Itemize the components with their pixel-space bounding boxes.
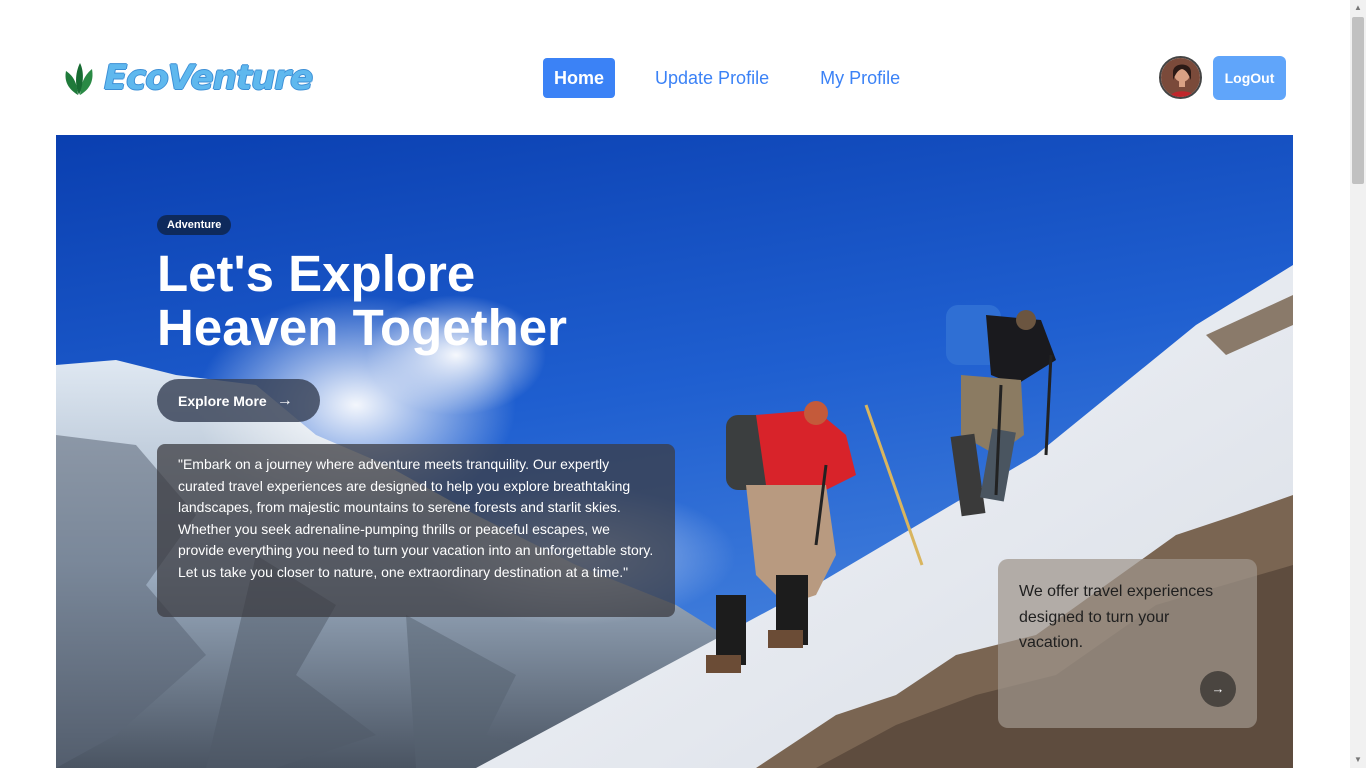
arrow-right-icon[interactable]: → <box>1200 671 1236 707</box>
nav-my-profile-link[interactable]: My Profile <box>809 58 911 98</box>
page-scrollbar[interactable]: ▲ ▼ <box>1350 0 1366 768</box>
nav-menu: Home Update Profile My Profile <box>543 58 911 98</box>
user-avatar[interactable] <box>1159 56 1202 99</box>
arrow-right-icon: → <box>276 391 293 409</box>
scrollbar-thumb[interactable] <box>1352 17 1364 184</box>
hero-title-line-1: Let's Explore <box>157 245 476 302</box>
category-badge: Adventure <box>157 215 232 235</box>
explore-more-button[interactable]: Explore More → <box>157 379 320 422</box>
explore-more-label: Explore More <box>178 392 267 409</box>
hero-title: Let's Explore Heaven Together <box>157 247 677 355</box>
hero-title-line-2: Heaven Together <box>157 299 567 356</box>
brand-name: EcoVenture <box>104 58 313 98</box>
hero-description-text: "Embark on a journey where adventure mee… <box>178 456 654 580</box>
nav-update-profile-link[interactable]: Update Profile <box>644 58 780 98</box>
brand-logo[interactable]: EcoVenture <box>62 58 313 98</box>
scroll-down-icon[interactable]: ▼ <box>1350 752 1366 768</box>
avatar-image <box>1161 58 1200 97</box>
navbar: EcoVenture Home Update Profile My Profil… <box>0 0 1350 135</box>
nav-home-link[interactable]: Home <box>543 58 616 98</box>
scroll-up-icon[interactable]: ▲ <box>1350 0 1366 16</box>
offer-card: We offer travel experiences designed to … <box>998 559 1257 728</box>
leaf-icon <box>65 63 93 95</box>
offer-card-text: We offer travel experiences designed to … <box>1019 583 1214 651</box>
hero-banner: Adventure Let's Explore Heaven Together … <box>56 135 1293 768</box>
logout-button[interactable]: LogOut <box>1213 56 1286 100</box>
hero-description: "Embark on a journey where adventure mee… <box>157 444 675 617</box>
